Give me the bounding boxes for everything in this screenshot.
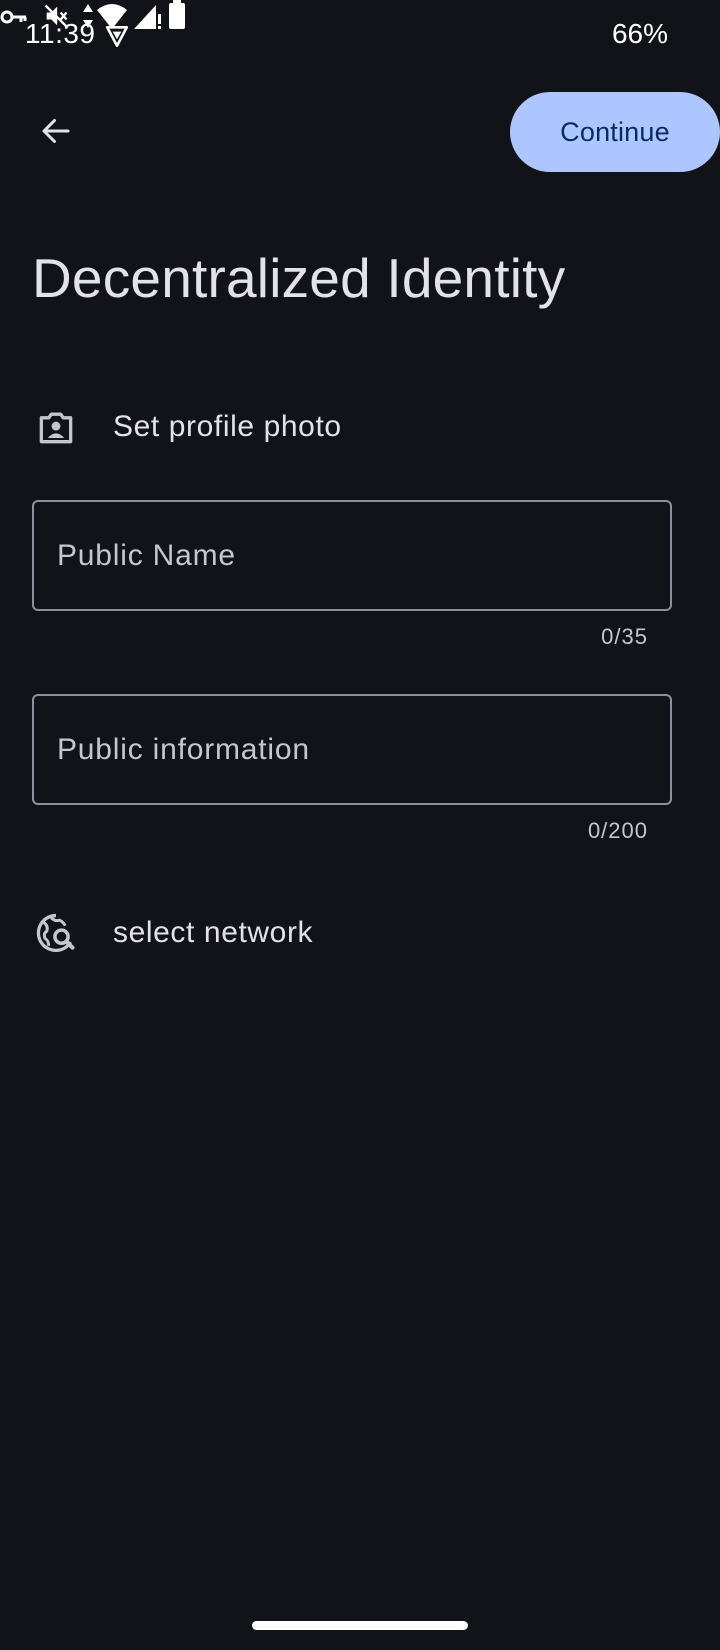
- continue-button[interactable]: Continue: [510, 92, 720, 172]
- wifi-icon: [97, 4, 127, 29]
- public-name-field[interactable]: [32, 500, 672, 611]
- mute-icon: [44, 4, 68, 28]
- set-profile-photo-label: Set profile photo: [113, 410, 342, 443]
- account-box-icon: [39, 412, 73, 444]
- signal-icon: [134, 5, 161, 29]
- battery-percent: 66%: [611, 18, 668, 49]
- travel-explore-icon: [36, 913, 75, 953]
- status-bar: 11:39 66%: [0, 0, 720, 72]
- select-network-row[interactable]: select network: [0, 891, 720, 975]
- public-name-input[interactable]: [34, 502, 670, 609]
- gesture-nav-bar[interactable]: [252, 1621, 468, 1630]
- battery-icon: [169, 0, 185, 29]
- public-information-counter: 0/200: [587, 818, 648, 843]
- vpn-key-icon: [0, 10, 27, 24]
- public-information-input[interactable]: [34, 696, 670, 803]
- set-profile-photo-row[interactable]: Set profile photo: [0, 385, 720, 469]
- screen: 11:39 66% Continue Decentralized Identit…: [0, 0, 720, 1650]
- arrow-back-icon: [42, 119, 70, 143]
- public-name-counter: 0/35: [601, 624, 648, 649]
- select-network-label: select network: [113, 916, 314, 949]
- data-arrows-icon: [83, 4, 93, 28]
- page-title: Decentralized Identity: [32, 247, 566, 309]
- back-button[interactable]: [26, 101, 86, 161]
- public-information-field[interactable]: [32, 694, 672, 805]
